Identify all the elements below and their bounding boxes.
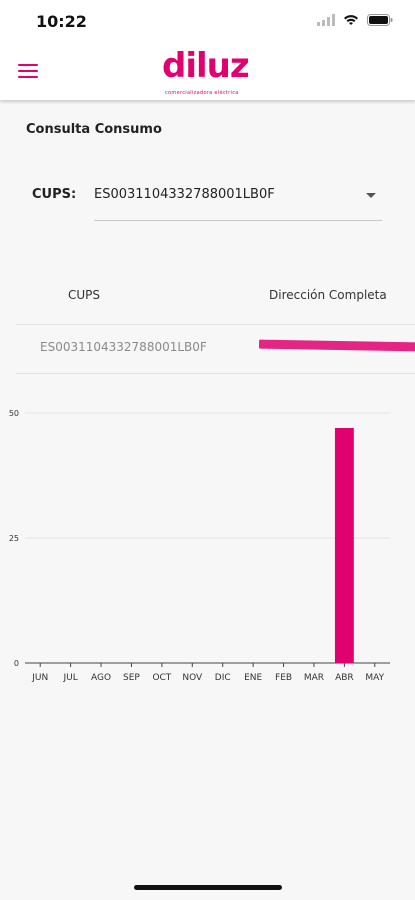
hamburger-menu-icon[interactable] [18,64,38,80]
consumption-bar-chart: 0 25 50 JUN JUL AGO SEP OCT NOV DIC ENE FEB MAR ABR MA… [9,409,390,683]
signal-icon [317,14,335,26]
x-tick-label: ENE [244,673,262,683]
cups-label: CUPS: [32,187,77,202]
x-tick-label: ABR [335,673,354,683]
status-icons [317,14,393,26]
x-tick-label: DIC [215,673,231,683]
x-tick-label: NOV [182,673,203,683]
logo-tagline: comercializadora eléctrica [165,90,239,96]
cups-dropdown-value: ES0031104332788001LB0F [94,187,275,202]
x-tick-label: FEB [275,673,292,683]
table-cell-cups: ES0031104332788001LB0F [40,340,207,354]
status-time: 10:22 [36,12,87,31]
table-header-cups: CUPS [68,288,101,302]
x-tick-label: OCT [152,673,171,683]
x-tick-label: JUL [62,673,77,683]
page-title: Consulta Consumo [26,122,162,137]
x-tick-label: SEP [123,673,140,683]
home-indicator [134,885,282,890]
y-tick-label: 50 [9,409,19,418]
wifi-icon [344,15,358,25]
y-tick-label: 25 [9,534,19,543]
x-tick-label: MAR [304,673,324,683]
x-tick-label: MAY [365,673,384,683]
y-tick-label: 0 [14,659,19,668]
x-tick-label: JUN [31,673,48,683]
logo-text: diluz [162,46,250,86]
app-header: diluz comercializadora eléctrica [0,44,415,100]
cups-dropdown[interactable]: ES0031104332788001LB0F [94,180,382,221]
diluz-logo: diluz comercializadora eléctrica [162,46,258,96]
table-cell-address-redacted [258,339,415,352]
x-tick-label: AGO [91,673,111,683]
chart-bar [334,428,354,663]
battery-icon [367,14,393,26]
table-row[interactable]: ES0031104332788001LB0F [16,324,415,374]
consumption-chart: 0 25 50 JUN JUL AGO SEP OCT NOV DIC ENE FEB MAR ABR MA… [0,395,415,695]
table-header-address: Dirección Completa [269,288,387,302]
status-bar: 10:22 [0,0,415,44]
dropdown-arrow-icon[interactable] [366,193,376,198]
